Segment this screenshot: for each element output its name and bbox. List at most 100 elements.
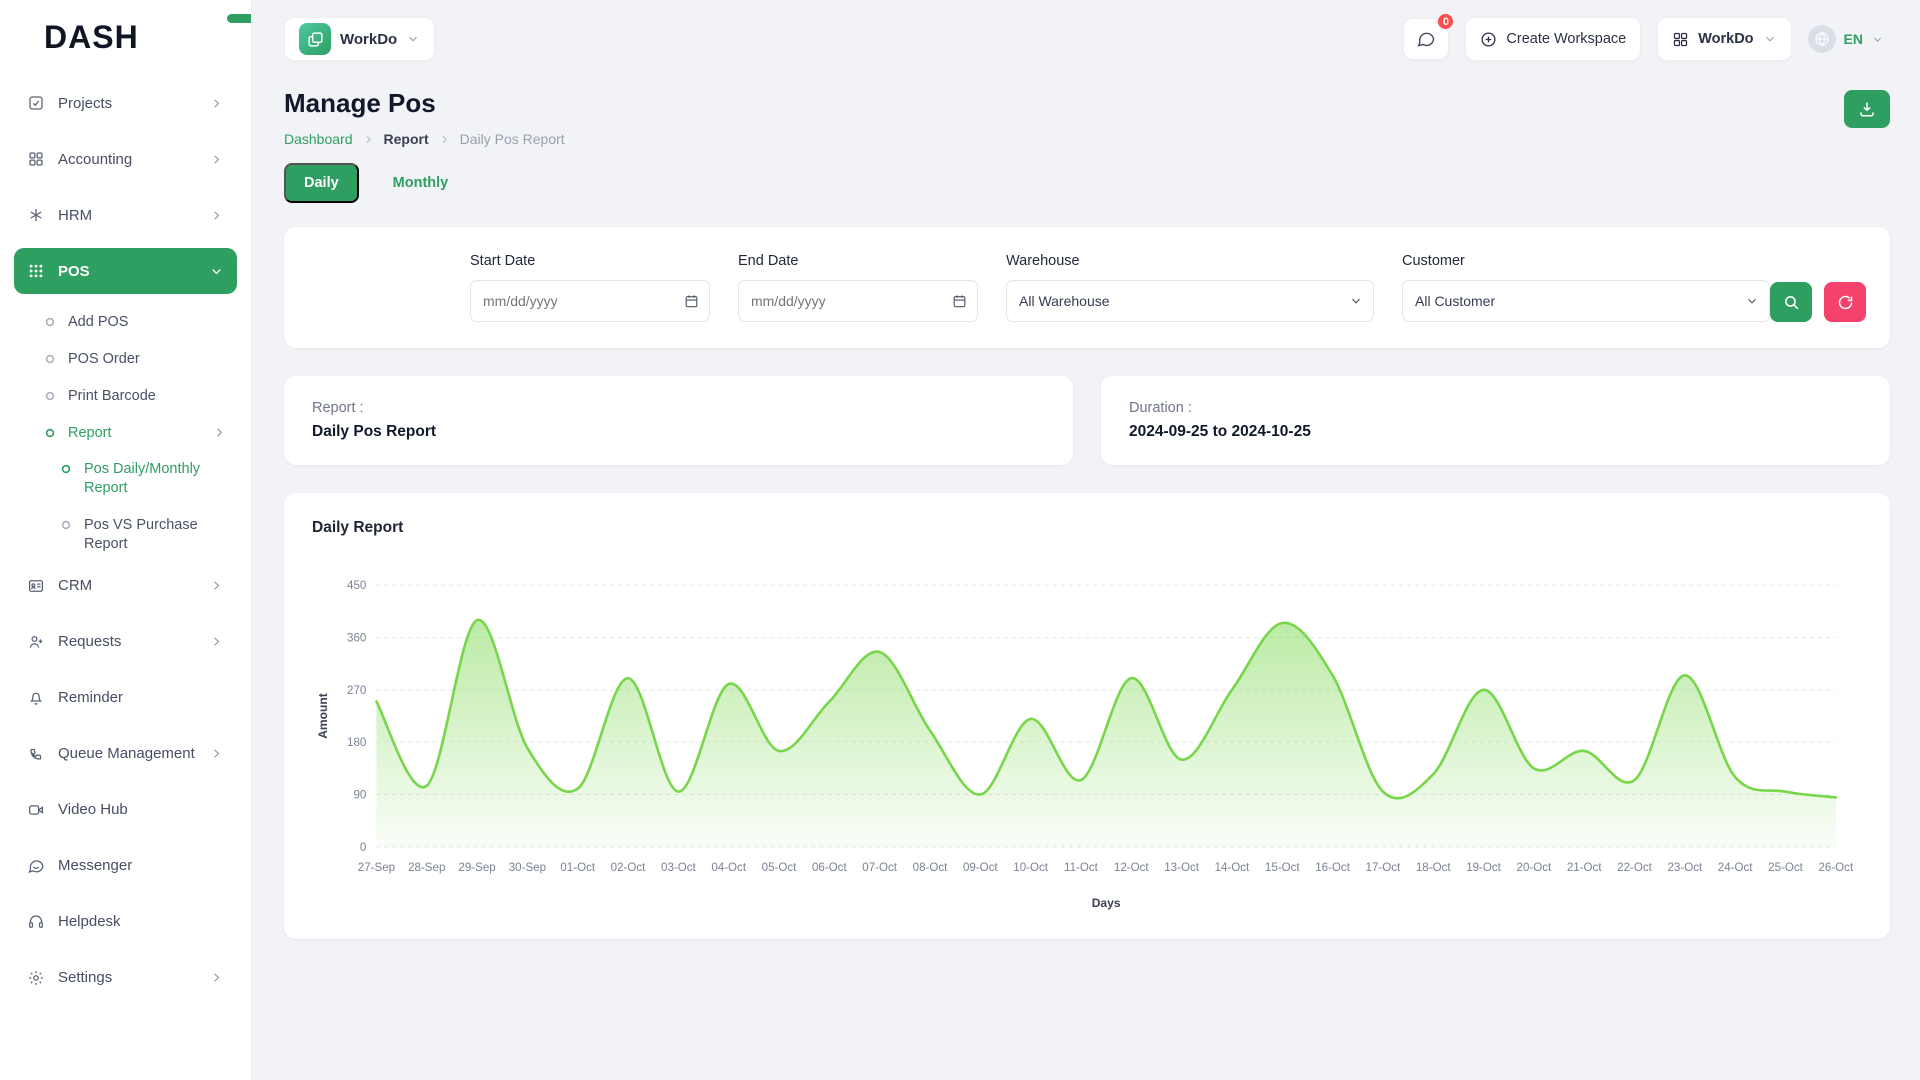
- sidebar-item-label: Queue Management: [58, 745, 195, 762]
- sidebar-item-accounting[interactable]: Accounting: [14, 136, 237, 182]
- circle-icon: [44, 316, 56, 328]
- sidebar-item-label: Settings: [58, 969, 112, 986]
- page-content: Manage Pos Dashboard Report Daily Pos Re…: [252, 78, 1920, 969]
- summary-row: Report : Daily Pos Report Duration : 202…: [284, 376, 1890, 465]
- svg-text:13-Oct: 13-Oct: [1164, 862, 1199, 874]
- svg-text:08-Oct: 08-Oct: [913, 862, 948, 874]
- svg-text:16-Oct: 16-Oct: [1315, 862, 1350, 874]
- svg-text:90: 90: [353, 790, 366, 802]
- breadcrumb: Dashboard Report Daily Pos Report: [284, 131, 565, 147]
- svg-text:21-Oct: 21-Oct: [1567, 862, 1602, 874]
- sidebar-item-pos-vs-purchase-report[interactable]: Pos VS Purchase Report: [14, 507, 237, 563]
- brand-logo[interactable]: DASH: [0, 0, 251, 74]
- chevron-right-icon: [209, 208, 224, 223]
- sidebar-nav: Projects Accounting HRM POS Add POS POS Order…: [0, 74, 251, 1031]
- sidebar-item-label: Reminder: [58, 689, 123, 706]
- report-summary-card: Report : Daily Pos Report: [284, 376, 1073, 465]
- sidebar-item-crm[interactable]: CRM: [14, 563, 237, 609]
- sidebar-item-pos-daily-monthly-report[interactable]: Pos Daily/Monthly Report: [14, 451, 237, 507]
- duration-label: Duration :: [1129, 400, 1862, 416]
- chat-icon: [1416, 29, 1436, 49]
- workspace-selector[interactable]: WorkDo: [284, 17, 435, 61]
- plus-circle-icon: [1480, 31, 1497, 48]
- tab-monthly[interactable]: Monthly: [387, 174, 455, 192]
- helpdesk-icon: [27, 913, 45, 931]
- pos-icon: [27, 262, 45, 280]
- sidebar-item-video-hub[interactable]: Video Hub: [14, 787, 237, 833]
- sidebar-item-requests[interactable]: Requests: [14, 619, 237, 665]
- report-label: Report :: [312, 400, 1045, 416]
- svg-text:25-Oct: 25-Oct: [1768, 862, 1803, 874]
- requests-icon: [27, 633, 45, 651]
- sidebar-item-projects[interactable]: Projects: [14, 80, 237, 126]
- daily-report-chart: 09018027036045027-Sep28-Sep29-Sep30-Sep0…: [312, 559, 1862, 913]
- svg-text:450: 450: [347, 580, 366, 592]
- breadcrumb-dashboard[interactable]: Dashboard: [284, 131, 353, 147]
- search-icon: [1783, 294, 1800, 311]
- search-button[interactable]: [1770, 282, 1812, 322]
- sidebar: DASH Projects Accounting HRM POS Add POS POS …: [0, 0, 252, 1080]
- svg-text:01-Oct: 01-Oct: [560, 862, 595, 874]
- report-value: Daily Pos Report: [312, 423, 1045, 441]
- sidebar-item-reminder[interactable]: Reminder: [14, 675, 237, 721]
- sidebar-item-settings[interactable]: Settings: [14, 955, 237, 1001]
- breadcrumb-separator-icon: [362, 133, 375, 146]
- svg-text:0: 0: [360, 842, 366, 854]
- messages-button[interactable]: 0: [1403, 18, 1449, 60]
- svg-text:14-Oct: 14-Oct: [1215, 862, 1250, 874]
- crm-icon: [27, 577, 45, 595]
- duration-value: 2024-09-25 to 2024-10-25: [1129, 423, 1862, 441]
- sidebar-item-pos[interactable]: POS: [14, 248, 237, 294]
- chevron-right-icon: [209, 96, 224, 111]
- create-workspace-button[interactable]: Create Workspace: [1465, 17, 1641, 61]
- sidebar-item-label: CRM: [58, 577, 92, 594]
- chevron-down-icon: [406, 32, 420, 46]
- sidebar-item-label: Add POS: [68, 313, 128, 332]
- customer-label: Customer: [1402, 253, 1770, 269]
- duration-summary-card: Duration : 2024-09-25 to 2024-10-25: [1101, 376, 1890, 465]
- report-tabs: Daily Monthly: [284, 163, 1890, 203]
- sidebar-item-print-barcode[interactable]: Print Barcode: [14, 378, 237, 415]
- start-date-input[interactable]: [470, 280, 710, 322]
- workdo-apps-button[interactable]: WorkDo: [1657, 17, 1791, 61]
- warehouse-select[interactable]: All Warehouse: [1006, 280, 1374, 322]
- sidebar-item-helpdesk[interactable]: Helpdesk: [14, 899, 237, 945]
- sidebar-item-report[interactable]: Report: [14, 415, 237, 452]
- brand-dash-accent: [227, 14, 252, 23]
- sidebar-item-label: POS Order: [68, 350, 140, 369]
- sidebar-item-messenger[interactable]: Messenger: [14, 843, 237, 889]
- svg-text:05-Oct: 05-Oct: [762, 862, 797, 874]
- sidebar-item-queue-management[interactable]: Queue Management: [14, 731, 237, 777]
- sidebar-item-label: Accounting: [58, 151, 132, 168]
- download-button[interactable]: [1844, 90, 1890, 128]
- reset-filter-button[interactable]: [1824, 282, 1866, 322]
- svg-text:360: 360: [347, 633, 366, 645]
- svg-text:20-Oct: 20-Oct: [1517, 862, 1552, 874]
- svg-text:18-Oct: 18-Oct: [1416, 862, 1451, 874]
- tab-daily[interactable]: Daily: [284, 163, 359, 203]
- circle-icon: [60, 463, 72, 475]
- breadcrumb-report[interactable]: Report: [384, 131, 429, 147]
- end-date-input[interactable]: [738, 280, 978, 322]
- sidebar-item-pos-order[interactable]: POS Order: [14, 341, 237, 378]
- language-selector[interactable]: EN: [1808, 25, 1884, 53]
- chevron-right-icon: [209, 634, 224, 649]
- messenger-icon: [27, 857, 45, 875]
- customer-select[interactable]: All Customer: [1402, 280, 1770, 322]
- filter-actions: [1770, 282, 1866, 322]
- svg-text:17-Oct: 17-Oct: [1366, 862, 1401, 874]
- accounting-icon: [27, 150, 45, 168]
- page-header: Manage Pos Dashboard Report Daily Pos Re…: [284, 84, 1890, 147]
- chevron-down-icon: [209, 264, 224, 279]
- svg-text:29-Sep: 29-Sep: [458, 862, 495, 874]
- globe-icon: [1808, 25, 1836, 53]
- sidebar-item-label: Pos VS Purchase Report: [84, 516, 216, 554]
- sidebar-item-add-pos[interactable]: Add POS: [14, 304, 237, 341]
- sidebar-item-label: Pos Daily/Monthly Report: [84, 460, 216, 498]
- sidebar-item-hrm[interactable]: HRM: [14, 192, 237, 238]
- filter-card: Start Date End Date Warehouse: [284, 227, 1890, 348]
- svg-text:03-Oct: 03-Oct: [661, 862, 696, 874]
- svg-text:30-Sep: 30-Sep: [509, 862, 546, 874]
- chevron-right-icon: [209, 578, 224, 593]
- svg-text:26-Oct: 26-Oct: [1818, 862, 1853, 874]
